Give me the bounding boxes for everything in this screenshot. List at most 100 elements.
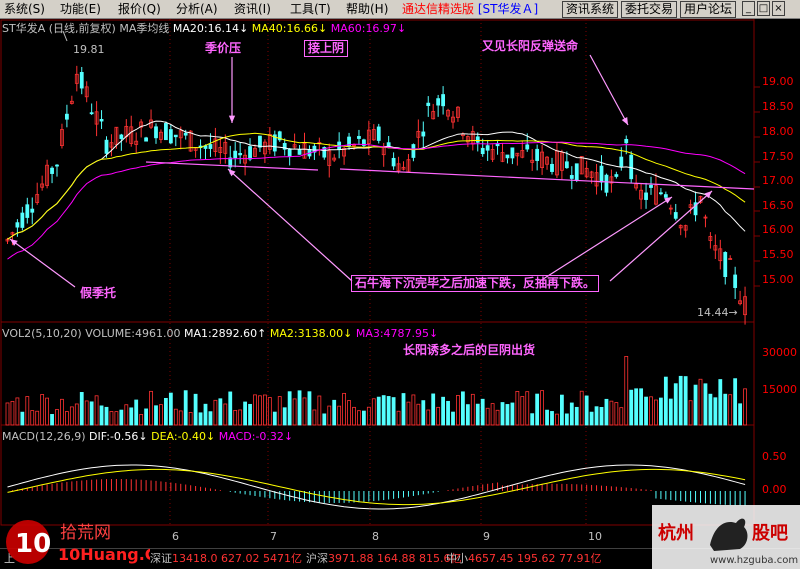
menu-help[interactable]: 帮助(H) [346, 2, 388, 17]
candle-body [525, 144, 530, 150]
price-axis-label: 18.50 [762, 100, 794, 113]
volume-bar [262, 394, 267, 426]
sz-index[interactable]: 深证13418.0 627.02 5471亿 [150, 552, 302, 566]
neckline [339, 168, 755, 190]
candle-body [30, 208, 35, 213]
chart-area[interactable]: ST华发A (日线,前复权) MA季均线 MA20:16.14↓ MA40:16… [0, 19, 800, 548]
volume-bar [104, 406, 109, 426]
volume-bar [624, 355, 629, 426]
volume-bar [604, 398, 609, 426]
candle-body [436, 98, 441, 106]
forum-button[interactable]: 用户论坛 [680, 1, 736, 18]
volume-bar [619, 407, 624, 426]
volume-bar [114, 411, 119, 426]
annotation-season-price-pressure: 季价压 [205, 41, 242, 55]
volume-bar [144, 408, 149, 426]
candle-body [574, 163, 579, 181]
news-system-button[interactable]: 资讯系统 [562, 1, 618, 18]
arrow-decline [227, 168, 353, 282]
volume-bar [243, 401, 248, 426]
volume-bar [65, 411, 69, 426]
volume-bar [84, 400, 89, 426]
volume-bar [218, 398, 223, 426]
candle-body [99, 119, 104, 122]
volume-bar [238, 409, 243, 426]
volume-bar [451, 411, 455, 426]
candle-body [564, 161, 569, 169]
menu-function[interactable]: 功能(E) [60, 2, 101, 17]
candle-body [20, 212, 25, 228]
candle-body [441, 94, 446, 107]
minimize-icon[interactable]: _ [742, 1, 755, 16]
menu-tools[interactable]: 工具(T) [290, 2, 331, 17]
volume-bar [124, 404, 129, 426]
volume-bar [668, 398, 673, 426]
volume-bar [183, 390, 188, 426]
volume-bar [555, 413, 559, 426]
volume-bar [629, 389, 634, 426]
volume-bar [332, 399, 337, 426]
price-axis-label: 19.00 [762, 75, 794, 88]
volume-bar [352, 406, 356, 426]
candle-body [65, 113, 69, 120]
volume-bar [134, 399, 139, 426]
volume-bar [258, 395, 262, 426]
trade-button[interactable]: 委托交易 [621, 1, 677, 18]
volume-bar [723, 393, 728, 426]
volume-bar [663, 376, 668, 426]
price-axis-label: 16.50 [762, 199, 794, 212]
volume-bar [154, 405, 158, 426]
volume-bar [654, 399, 658, 426]
volume-bar [119, 409, 124, 426]
arrow-decline-head [664, 197, 672, 204]
close-icon[interactable]: × [772, 1, 785, 16]
candle-body [50, 167, 54, 174]
hs-index[interactable]: 沪深3971.88 164.88 815.6亿 [306, 552, 461, 566]
volume-bar [15, 397, 20, 426]
candle-body [144, 137, 149, 142]
date-axis-label: 7 [270, 530, 277, 543]
candle-body [510, 147, 515, 159]
volume-bar [99, 405, 104, 426]
volume-bar [594, 406, 599, 426]
volume-bar [520, 396, 525, 426]
candle-body [659, 192, 663, 195]
volume-bar [569, 402, 574, 426]
volume-bar [213, 399, 218, 426]
menu-system[interactable]: 系统(S) [4, 2, 45, 17]
menu-analysis[interactable]: 分析(A) [176, 2, 218, 17]
date-axis-label: 6 [172, 530, 179, 543]
zx-index[interactable]: 中小4657.45 195.62 77.91亿 [446, 552, 601, 566]
menu-quote[interactable]: 报价(Q) [118, 2, 161, 17]
volume-bar [738, 403, 742, 426]
macd-axis-label: 0.50 [762, 450, 787, 463]
volume-bar [376, 396, 381, 426]
candle-body [723, 252, 728, 277]
candle-body [89, 112, 94, 115]
candle-body [599, 165, 604, 183]
volume-bar [708, 393, 713, 426]
sh-label: 上 [4, 552, 15, 565]
low-price-label: 14.44→ [697, 306, 738, 319]
arrow-fake-support-head [10, 239, 18, 246]
volume-bar [713, 397, 718, 426]
volume-bar [149, 390, 153, 426]
candle-body [480, 147, 485, 155]
volume-bar [683, 376, 688, 426]
volume-bar [248, 403, 252, 426]
candle-body [208, 144, 213, 149]
volume-bar [436, 406, 441, 426]
price-axis-label: 15.00 [762, 273, 794, 286]
candle-body [154, 126, 158, 139]
volume-bar [639, 388, 643, 426]
volume-bar [733, 378, 738, 426]
volume-bar [79, 392, 84, 426]
volume-bar [550, 411, 554, 426]
menu-info[interactable]: 资讯(I) [234, 2, 271, 17]
candle-body [475, 136, 480, 143]
volume-bar [589, 411, 594, 426]
svg-text:股吧: 股吧 [751, 523, 788, 544]
restore-icon[interactable]: □ [757, 1, 770, 16]
volume-bar [25, 396, 30, 426]
app-title: 通达信精选版 [ST华发Ａ] [402, 2, 539, 16]
